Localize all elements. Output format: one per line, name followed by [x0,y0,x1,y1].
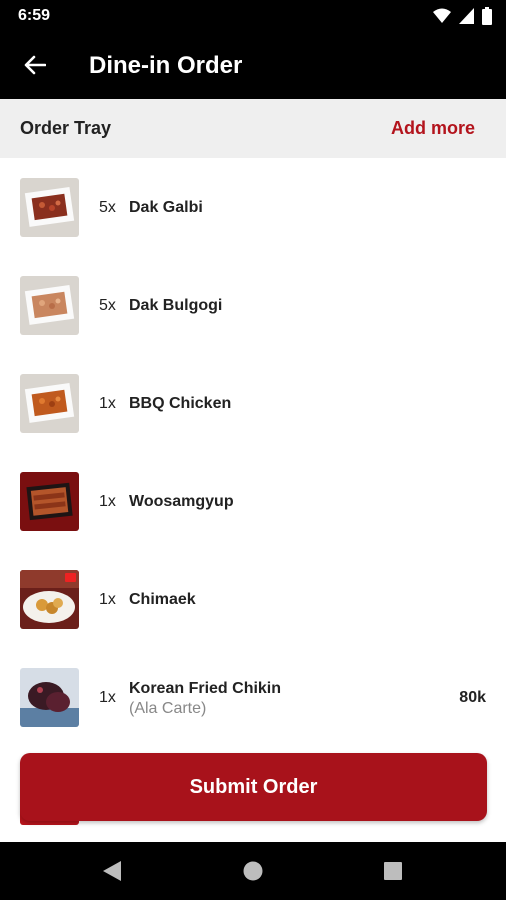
item-name: Chimaek [129,591,196,608]
item-name: Korean Fried Chikin [129,680,282,697]
back-triangle-icon [103,861,121,881]
item-qty: 1x [99,591,116,608]
item-name: BBQ Chicken [129,395,232,412]
item-qty: 1x [99,493,116,510]
item-qty: 5x [99,297,116,314]
food-tray-icon [20,374,79,433]
nav-back-button[interactable] [100,859,124,883]
order-item[interactable]: 1x BBQ Chicken [0,354,506,452]
food-box-icon [20,472,79,531]
order-item[interactable]: 1x Chimaek [0,550,506,648]
item-subtitle: (Ala Carte) [129,700,207,717]
wifi-icon [433,8,451,23]
food-plate-icon [20,570,79,629]
system-nav-bar [0,842,506,900]
item-qty: 5x [99,199,116,216]
food-photo-icon [20,668,79,727]
item-qty: 1x [99,395,116,412]
battery-icon [482,7,492,25]
nav-recents-button[interactable] [381,859,405,883]
item-name: Dak Galbi [129,199,203,216]
arrow-left-icon [24,55,46,75]
app-bar: Dine-in Order [0,32,506,99]
order-item[interactable]: 5x Dak Galbi [0,158,506,256]
nav-home-button[interactable] [241,859,265,883]
signal-icon [459,8,474,24]
item-name: Woosamgyup [129,493,234,510]
item-name: Dak Bulgogi [129,297,223,314]
submit-order-button[interactable]: Submit Order [20,753,487,821]
order-item[interactable]: 1x Woosamgyup [0,452,506,550]
item-qty: 1x [99,689,116,706]
food-tray-icon [20,178,79,237]
back-button[interactable] [14,44,56,86]
status-bar: 6:59 [0,0,506,32]
status-time: 6:59 [18,7,51,24]
home-circle-icon [243,861,263,881]
recents-square-icon [384,862,402,880]
order-item[interactable]: 1x Korean Fried Chikin (Ala Carte) 80k [0,648,506,746]
order-item[interactable]: 5x Dak Bulgogi [0,256,506,354]
add-more-button[interactable]: Add more [391,118,475,139]
item-price: 80k [459,689,486,706]
order-tray-header: Order Tray Add more [0,99,506,158]
order-tray-title: Order Tray [20,118,112,138]
status-icons [433,7,492,25]
order-list: 5x Dak Galbi 5x Dak Bulgogi 1x BBQ Chick… [0,158,506,842]
page-title: Dine-in Order [89,52,243,79]
food-tray-icon [20,276,79,335]
